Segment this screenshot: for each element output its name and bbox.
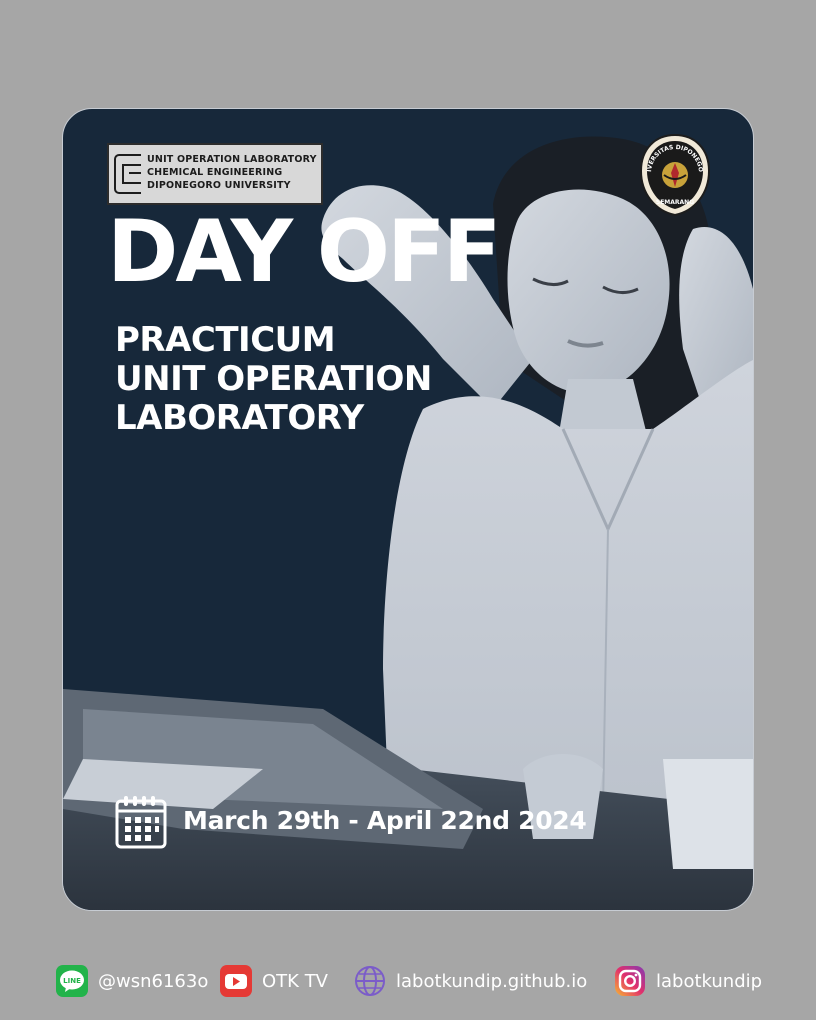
youtube-icon xyxy=(220,965,252,997)
subtitle-line2: UNIT OPERATION xyxy=(115,359,432,399)
university-seal-icon: UNIVERSITAS DIPONEGORO SEMARANG xyxy=(639,133,711,217)
instagram-account[interactable]: labotkundip xyxy=(614,964,762,998)
youtube-channel[interactable]: OTK TV xyxy=(220,964,328,998)
line-id: @wsn6163o xyxy=(98,970,209,992)
globe-icon xyxy=(355,966,385,996)
website-link[interactable]: labotkundip.github.io xyxy=(354,964,587,998)
website-url: labotkundip.github.io xyxy=(396,970,588,992)
date-range: March 29th - April 22nd 2024 xyxy=(183,806,587,835)
subtitle: PRACTICUM UNIT OPERATION LABORATORY xyxy=(115,321,432,438)
subtitle-line3: LABORATORY xyxy=(115,398,364,438)
instagram-handle: labotkundip xyxy=(656,970,763,992)
lab-logo: UNIT OPERATION LABORATORY CHEMICAL ENGIN… xyxy=(107,143,323,205)
lab-logo-line1: UNIT OPERATION LABORATORY xyxy=(147,154,317,165)
calendar-icon xyxy=(115,796,167,849)
youtube-name: OTK TV xyxy=(262,970,328,992)
instagram-icon xyxy=(615,966,645,996)
seal-bottom-text: SEMARANG xyxy=(656,199,694,206)
footer: LINE @wsn6163o OTK TV labotkundip.github… xyxy=(0,958,816,1004)
line-app-icon: LINE xyxy=(56,965,88,997)
line-contact[interactable]: LINE @wsn6163o xyxy=(56,964,208,998)
pipe-lines-icon xyxy=(114,154,141,194)
poster-card: UNIT OPERATION LABORATORY CHEMICAL ENGIN… xyxy=(62,108,754,911)
lab-logo-line2: CHEMICAL ENGINEERING xyxy=(147,167,283,178)
headline: DAY OFF xyxy=(107,202,502,302)
lab-logo-line3: DIPONEGORO UNIVERSITY xyxy=(147,180,291,191)
subtitle-line1: PRACTICUM xyxy=(115,320,336,360)
line-icon-text: LINE xyxy=(63,977,81,985)
